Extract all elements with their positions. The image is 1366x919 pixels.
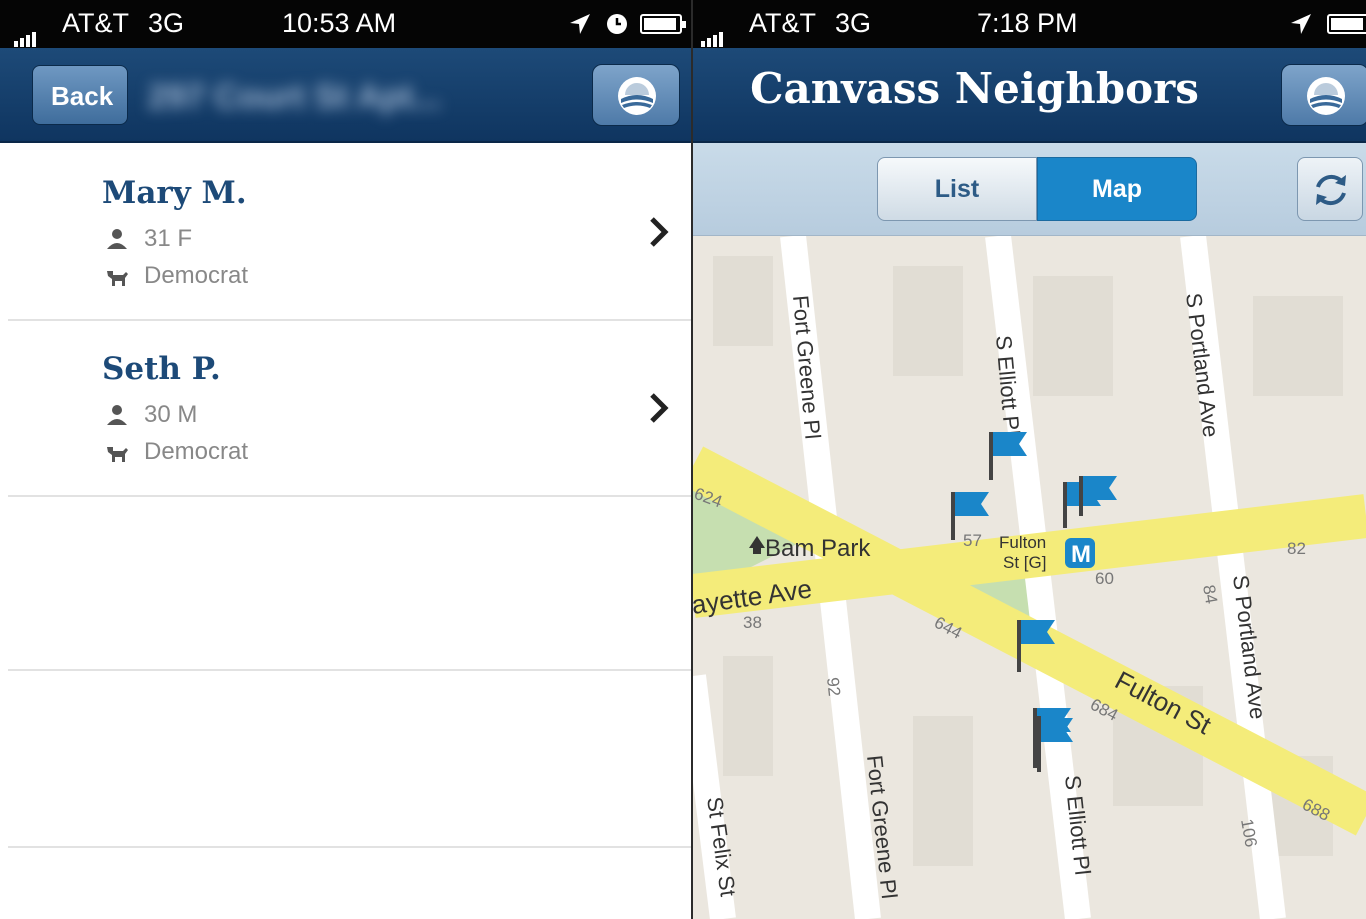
segment-bar: List Map — [693, 143, 1366, 236]
empty-list-row — [8, 495, 691, 671]
subway-letter: M — [1071, 541, 1091, 568]
house-number: 84 — [1199, 583, 1221, 605]
clock: 10:53 AM — [282, 8, 397, 38]
voter-party: Democrat — [104, 262, 248, 290]
nav-bar: Canvass Neighbors — [693, 48, 1366, 143]
status-bar: AT&T 3G 10:53 AM — [0, 0, 691, 48]
network-label: 3G — [148, 8, 185, 38]
alarm-clock-icon — [607, 14, 627, 34]
network-label: 3G — [835, 8, 872, 38]
voter-row-seth[interactable]: Seth P. 30 M Democrat — [8, 321, 691, 497]
house-number: 38 — [743, 613, 762, 632]
signal-icon — [14, 16, 38, 47]
voter-name: Seth P. — [102, 351, 221, 387]
segment-list[interactable]: List — [877, 157, 1037, 221]
voter-age-gender: 30 M — [104, 401, 197, 429]
battery-icon — [640, 14, 686, 34]
house-number: 57 — [963, 531, 982, 550]
voter-party: Democrat — [104, 438, 248, 466]
voter-row-mary[interactable]: Mary M. 31 F Democrat — [8, 145, 691, 321]
nav-title-blurred: 297 Court St Apt... — [148, 78, 442, 116]
voter-name: Mary M. — [102, 175, 247, 211]
chevron-right-icon — [650, 393, 669, 423]
person-icon — [107, 405, 127, 425]
chevron-right-icon — [650, 217, 669, 247]
battery-icon — [1327, 14, 1366, 34]
house-number: 92 — [823, 676, 844, 697]
house-number: 60 — [1095, 569, 1114, 588]
location-arrow-icon — [1291, 14, 1311, 34]
carrier-label: AT&T — [749, 8, 816, 38]
refresh-icon — [1316, 174, 1346, 206]
donkey-icon — [107, 271, 128, 286]
status-bar: AT&T 3G 7:18 PM — [693, 0, 1366, 48]
obama-logo-button[interactable] — [1281, 64, 1366, 126]
donkey-icon — [107, 447, 128, 462]
obama-logo-icon — [618, 77, 656, 115]
person-icon — [107, 229, 127, 249]
station-label: Fulton — [999, 533, 1046, 552]
clock: 7:18 PM — [977, 8, 1078, 38]
empty-list-row — [8, 672, 691, 848]
phone-left-screen: AT&T 3G 10:53 AM Back 297 Court St Apt..… — [0, 0, 691, 919]
page-title: Canvass Neighbors — [750, 64, 1199, 113]
map-view[interactable]: Fort Greene Pl S Elliott Pl S Portland A… — [693, 236, 1366, 919]
carrier-label: AT&T — [62, 8, 129, 38]
station-label: St [G] — [1003, 553, 1046, 572]
park-label: Bam Park — [765, 535, 871, 562]
segment-map[interactable]: Map — [1037, 157, 1197, 221]
voter-age-gender: 31 F — [104, 225, 192, 253]
refresh-button[interactable] — [1297, 157, 1363, 221]
back-button[interactable]: Back — [32, 65, 128, 125]
phone-right-screen: AT&T 3G 7:18 PM Canvass Neighbors List M… — [693, 0, 1366, 919]
house-number: 82 — [1287, 539, 1306, 558]
nav-bar: Back 297 Court St Apt... — [0, 48, 691, 143]
location-arrow-icon — [570, 14, 590, 34]
obama-logo-icon — [1307, 77, 1345, 115]
signal-icon — [701, 16, 725, 47]
obama-logo-button[interactable] — [592, 64, 680, 126]
